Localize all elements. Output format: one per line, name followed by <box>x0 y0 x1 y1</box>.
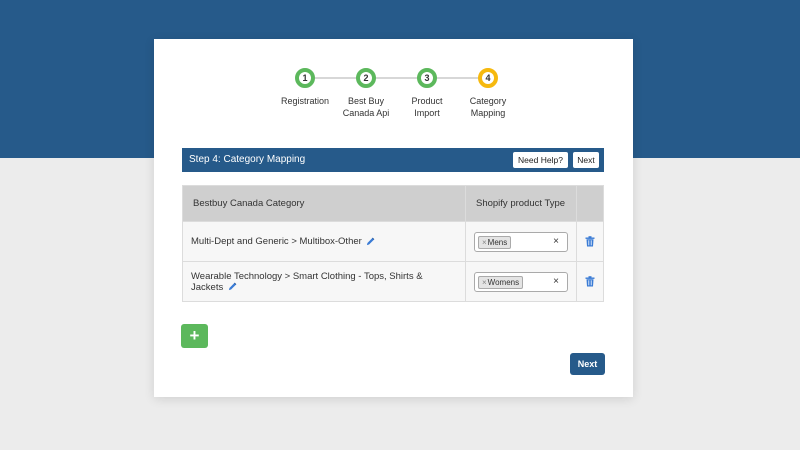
category-cell: Wearable Technology > Smart Clothing - T… <box>182 261 466 302</box>
step-label: Best Buy Canada Api <box>342 96 390 118</box>
tag-remove-icon[interactable]: × <box>482 278 487 287</box>
wizard-card: 1 Registration 2 Best Buy Canada Api 3 P… <box>154 39 633 397</box>
product-type-cell: ×Mens × <box>465 221 577 262</box>
actions-cell <box>576 221 604 262</box>
pencil-icon[interactable] <box>366 237 375 246</box>
add-mapping-button[interactable]: + <box>181 324 208 348</box>
header-next-button[interactable]: Next <box>573 152 599 168</box>
plus-icon: + <box>189 326 200 345</box>
step-number: 2 <box>360 72 372 84</box>
product-type-cell: ×Womens × <box>465 261 577 302</box>
column-header-bestbuy-category: Bestbuy Canada Category <box>182 185 466 222</box>
table-header-row: Bestbuy Canada Category Shopify product … <box>182 185 604 222</box>
tag-label: Mens <box>487 237 508 247</box>
next-button[interactable]: Next <box>570 353 605 375</box>
progress-stepper: 1 Registration 2 Best Buy Canada Api 3 P… <box>154 39 633 149</box>
step-active-icon: 4 <box>478 68 498 88</box>
category-path: Wearable Technology > Smart Clothing - T… <box>191 270 423 293</box>
step-label: Category Mapping <box>469 96 507 118</box>
table-row: Wearable Technology > Smart Clothing - T… <box>182 261 604 302</box>
selected-tag: ×Womens <box>478 275 524 289</box>
tag-remove-icon[interactable]: × <box>482 238 487 247</box>
category-path: Multi-Dept and Generic > Multibox-Other <box>191 236 362 247</box>
table-row: Multi-Dept and Generic > Multibox-Other … <box>182 221 604 262</box>
step-number: 3 <box>421 72 433 84</box>
column-header-shopify-type: Shopify product Type <box>465 185 577 222</box>
step-label: Product Import <box>411 96 443 118</box>
category-mapping-table: Bestbuy Canada Category Shopify product … <box>182 185 604 302</box>
step-complete-icon: 2 <box>356 68 376 88</box>
trash-icon[interactable] <box>585 276 595 287</box>
selected-tag: ×Mens <box>478 235 512 249</box>
category-cell: Multi-Dept and Generic > Multibox-Other <box>182 221 466 262</box>
step-header-bar: Step 4: Category Mapping Need Help? Next <box>182 148 604 172</box>
need-help-button[interactable]: Need Help? <box>513 152 568 168</box>
product-type-select[interactable]: ×Mens × <box>474 231 568 252</box>
step-title: Step 4: Category Mapping <box>189 154 306 165</box>
actions-cell <box>576 261 604 302</box>
clear-selection-icon[interactable]: × <box>553 276 559 288</box>
pencil-icon[interactable] <box>228 282 237 291</box>
product-type-select[interactable]: ×Womens × <box>474 271 568 292</box>
tag-label: Womens <box>487 277 520 287</box>
step-number: 4 <box>482 72 494 84</box>
clear-selection-icon[interactable]: × <box>553 236 559 248</box>
step-complete-icon: 1 <box>295 68 315 88</box>
step-number: 1 <box>299 72 311 84</box>
step-category-mapping[interactable]: 4 Category Mapping <box>448 68 528 119</box>
trash-icon[interactable] <box>585 236 595 247</box>
column-header-actions <box>576 185 604 222</box>
step-complete-icon: 3 <box>417 68 437 88</box>
